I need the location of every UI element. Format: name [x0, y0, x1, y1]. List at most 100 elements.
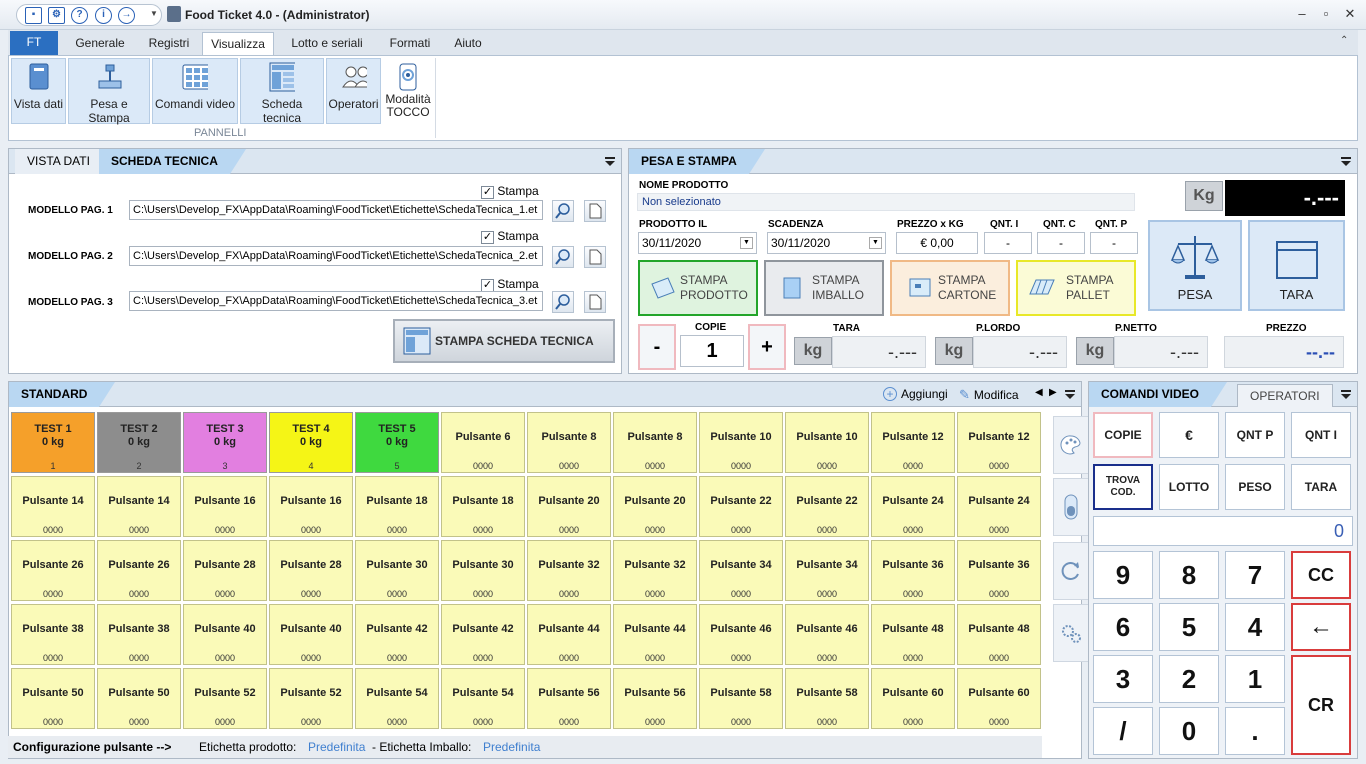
backspace-button[interactable]: ← [1291, 603, 1351, 651]
browse-2-button[interactable] [584, 246, 606, 268]
product-button[interactable]: Pulsante 24 0000 [871, 476, 955, 537]
product-button[interactable]: Pulsante 20 0000 [527, 476, 611, 537]
product-button[interactable]: Pulsante 28 0000 [183, 540, 267, 601]
product-button[interactable]: Pulsante 42 0000 [441, 604, 525, 665]
exit-icon[interactable]: → [118, 7, 135, 24]
tab-formati[interactable]: Formati [380, 32, 440, 56]
product-button[interactable]: Pulsante 52 0000 [183, 668, 267, 729]
euro-command-button[interactable]: € [1159, 412, 1219, 458]
tab-ft[interactable]: FT [10, 31, 58, 55]
stampa-checkbox-3[interactable]: ✓ Stampa [481, 277, 539, 292]
stampa-checkbox-1[interactable]: ✓ Stampa [481, 184, 539, 199]
product-button[interactable]: Pulsante 12 0000 [871, 412, 955, 473]
product-button[interactable]: Pulsante 18 0000 [355, 476, 439, 537]
product-button[interactable]: Pulsante 30 0000 [355, 540, 439, 601]
browse-1-button[interactable] [584, 200, 606, 222]
product-button[interactable]: TEST 20 kg 2 [97, 412, 181, 473]
tab-standard[interactable]: STANDARD [9, 382, 116, 407]
product-button[interactable]: Pulsante 40 0000 [269, 604, 353, 665]
product-button[interactable]: Pulsante 32 0000 [613, 540, 697, 601]
preview-2-button[interactable] [552, 246, 574, 268]
product-button[interactable]: Pulsante 14 0000 [11, 476, 95, 537]
prodotto-il-date-picker[interactable]: 30/11/2020 ▼ [638, 232, 757, 254]
tab-vista-dati[interactable]: VISTA DATI [15, 149, 103, 174]
product-button[interactable]: Pulsante 34 0000 [699, 540, 783, 601]
product-button[interactable]: Pulsante 56 0000 [527, 668, 611, 729]
copie-plus-button[interactable]: + [748, 324, 786, 370]
product-button[interactable]: Pulsante 46 0000 [699, 604, 783, 665]
product-button[interactable]: Pulsante 16 0000 [183, 476, 267, 537]
maximize-button[interactable]: ▫ [1318, 6, 1334, 22]
stampa-scheda-tecnica-button[interactable]: STAMPA SCHEDA TECNICA [393, 319, 615, 363]
settings-icon[interactable]: ⚙ [48, 7, 65, 24]
comandi-video-button[interactable]: Comandi video [152, 58, 238, 124]
product-button[interactable]: Pulsante 22 0000 [699, 476, 783, 537]
key-dot[interactable]: . [1225, 707, 1285, 755]
tab-comandi-video[interactable]: COMANDI VIDEO [1089, 382, 1228, 407]
trova-cod-button[interactable]: TROVA COD. [1093, 464, 1153, 510]
nome-prodotto-field[interactable]: Non selezionato [637, 193, 1135, 211]
modello-pag-2-field[interactable]: C:\Users\Develop_FX\AppData\Roaming\Food… [129, 246, 543, 266]
scroll-right-icon[interactable]: ▶ [1049, 387, 1057, 398]
prezzo-kg-field[interactable]: € 0,00 [896, 232, 978, 254]
key-8[interactable]: 8 [1159, 551, 1219, 599]
product-button[interactable]: Pulsante 60 0000 [957, 668, 1041, 729]
scadenza-date-picker[interactable]: 30/11/2020 ▼ [767, 232, 886, 254]
modello-pag-1-field[interactable]: C:\Users\Develop_FX\AppData\Roaming\Food… [129, 200, 543, 220]
minimize-button[interactable]: – [1294, 6, 1310, 22]
tara-command-button[interactable]: TARA [1291, 464, 1351, 510]
product-button[interactable]: Pulsante 36 0000 [871, 540, 955, 601]
refresh-button[interactable] [1053, 542, 1089, 600]
qnt-i-field[interactable]: - [984, 232, 1032, 254]
product-button[interactable]: Pulsante 44 0000 [613, 604, 697, 665]
product-button[interactable]: Pulsante 10 0000 [699, 412, 783, 473]
key-5[interactable]: 5 [1159, 603, 1219, 651]
copie-command-button[interactable]: COPIE [1093, 412, 1153, 458]
chevron-down-icon[interactable]: ▼ [740, 237, 753, 249]
tab-aiuto[interactable]: Aiuto [446, 32, 490, 56]
pesa-e-stampa-button[interactable]: Pesa e Stampa [68, 58, 150, 125]
tab-pesa-e-stampa[interactable]: PESA E STAMPA [629, 149, 765, 174]
preview-1-button[interactable] [552, 200, 574, 222]
tab-registri[interactable]: Registri [138, 32, 200, 56]
product-button[interactable]: Pulsante 10 0000 [785, 412, 869, 473]
product-button[interactable]: Pulsante 38 0000 [11, 604, 95, 665]
key-7[interactable]: 7 [1225, 551, 1285, 599]
product-button[interactable]: Pulsante 26 0000 [11, 540, 95, 601]
stampa-cartone-button[interactable]: STAMPA CARTONE [890, 260, 1010, 316]
operatori-button[interactable]: Operatori [326, 58, 381, 124]
product-button[interactable]: Pulsante 32 0000 [527, 540, 611, 601]
peso-command-button[interactable]: PESO [1225, 464, 1285, 510]
key-2[interactable]: 2 [1159, 655, 1219, 703]
product-button[interactable]: Pulsante 54 0000 [441, 668, 525, 729]
product-button[interactable]: Pulsante 12 0000 [957, 412, 1041, 473]
product-button[interactable]: Pulsante 24 0000 [957, 476, 1041, 537]
pesa-button[interactable]: PESA [1148, 220, 1242, 311]
collapse-ribbon-icon[interactable]: ⌃ [1340, 35, 1348, 46]
product-button[interactable]: Pulsante 14 0000 [97, 476, 181, 537]
product-button[interactable]: TEST 40 kg 4 [269, 412, 353, 473]
product-button[interactable]: Pulsante 46 0000 [785, 604, 869, 665]
toggle-button[interactable] [1053, 478, 1089, 536]
vista-dati-button[interactable]: Vista dati [11, 58, 66, 124]
copie-value[interactable]: 1 [680, 335, 744, 367]
product-button[interactable]: TEST 30 kg 3 [183, 412, 267, 473]
modalita-tocco-button[interactable]: Modalità TOCCO [382, 58, 434, 124]
copie-minus-button[interactable]: - [638, 324, 676, 370]
panel-menu-icon[interactable] [605, 156, 615, 166]
modello-pag-3-field[interactable]: C:\Users\Develop_FX\AppData\Roaming\Food… [129, 291, 543, 311]
key-9[interactable]: 9 [1093, 551, 1153, 599]
scheda-tecnica-button[interactable]: Scheda tecnica [240, 58, 324, 125]
scroll-left-icon[interactable]: ◀ [1035, 387, 1043, 398]
product-button[interactable]: Pulsante 22 0000 [785, 476, 869, 537]
product-button[interactable]: Pulsante 52 0000 [269, 668, 353, 729]
key-slash[interactable]: / [1093, 707, 1153, 755]
etichetta-prodotto-link[interactable]: Predefinita [308, 740, 365, 754]
browse-3-button[interactable] [584, 291, 606, 313]
key-0[interactable]: 0 [1159, 707, 1219, 755]
save-icon[interactable]: ▪ [25, 7, 42, 24]
chevron-down-icon[interactable]: ▼ [869, 237, 882, 249]
product-button[interactable]: Pulsante 40 0000 [183, 604, 267, 665]
qnt-p-field[interactable]: - [1090, 232, 1138, 254]
product-button[interactable]: TEST 50 kg 5 [355, 412, 439, 473]
